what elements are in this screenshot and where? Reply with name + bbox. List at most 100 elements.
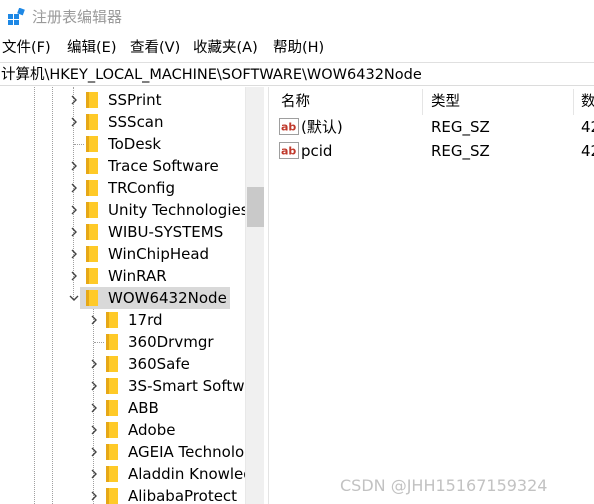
- column-header-data[interactable]: 数据: [581, 87, 594, 117]
- value-row[interactable]: ab (默认) REG_SZ 42: [273, 115, 594, 139]
- tree-item[interactable]: WOW6432Node: [0, 287, 245, 309]
- chevron-down-icon[interactable]: [67, 291, 81, 305]
- folder-icon: [106, 378, 118, 394]
- tree-item[interactable]: AlibabaProtect: [0, 485, 245, 504]
- menu-favorites[interactable]: 收藏夹(A): [193, 38, 258, 58]
- folder-icon: [106, 488, 118, 504]
- tree-item-label: AlibabaProtect: [128, 487, 238, 504]
- tree-item[interactable]: 360Drvmgr: [0, 331, 245, 353]
- folder-icon: [106, 400, 118, 416]
- address-bar[interactable]: 计算机\HKEY_LOCAL_MACHINE\SOFTWARE\WOW6432N…: [0, 62, 594, 86]
- window-title: 注册表编辑器: [32, 8, 123, 26]
- tree-item-label: 17rd: [128, 311, 163, 329]
- value-data: 42: [581, 142, 594, 160]
- value-name: (默认): [301, 118, 343, 136]
- folder-icon: [86, 158, 98, 174]
- tree-item[interactable]: ABB: [0, 397, 245, 419]
- menu-bar: 文件(F) 编辑(E) 查看(V) 收藏夹(A) 帮助(H): [0, 36, 594, 60]
- column-header-name[interactable]: 名称: [281, 87, 310, 117]
- chevron-right-icon[interactable]: [67, 247, 81, 261]
- tree-scrollbar-thumb[interactable]: [247, 187, 264, 227]
- tree-item-label: Trace Software: [108, 157, 219, 175]
- tree-item[interactable]: WinChipHead: [0, 243, 245, 265]
- tree-item[interactable]: Trace Software: [0, 155, 245, 177]
- tree-item-label: Adobe: [128, 421, 176, 439]
- tree-item[interactable]: Aladdin Knowledge Systems: [0, 463, 246, 485]
- registry-editor-icon: [8, 8, 25, 25]
- chevron-right-icon[interactable]: [87, 313, 101, 327]
- folder-icon: [86, 202, 98, 218]
- tree-item[interactable]: Unity Technologies: [0, 199, 246, 221]
- tree-item-label: Unity Technologies: [108, 201, 246, 219]
- tree-item[interactable]: AGEIA Technologies: [0, 441, 246, 463]
- tree-item[interactable]: Adobe: [0, 419, 245, 441]
- folder-icon: [86, 180, 98, 196]
- chevron-right-icon[interactable]: [87, 379, 101, 393]
- chevron-right-icon[interactable]: [67, 159, 81, 173]
- tree-item[interactable]: WIBU-SYSTEMS: [0, 221, 245, 243]
- chevron-right-icon[interactable]: [87, 401, 101, 415]
- tree-item-label: AGEIA Technologies: [128, 443, 246, 461]
- chevron-right-icon[interactable]: [67, 115, 81, 129]
- folder-icon: [86, 268, 98, 284]
- value-row[interactable]: abpcid REG_SZ 42: [273, 139, 594, 163]
- folder-icon: [86, 92, 98, 108]
- chevron-right-icon[interactable]: [87, 357, 101, 371]
- tree-item[interactable]: ToDesk: [0, 133, 245, 155]
- value-data: 42: [581, 118, 594, 136]
- svg-text:ab: ab: [281, 145, 296, 158]
- string-value-icon: ab: [279, 142, 299, 159]
- tree-scrollbar[interactable]: [245, 87, 264, 504]
- tree-item[interactable]: 3S-Smart Software Solutions: [0, 375, 246, 397]
- folder-icon: [106, 356, 118, 372]
- folder-icon: [86, 224, 98, 240]
- address-path[interactable]: 计算机\HKEY_LOCAL_MACHINE\SOFTWARE\WOW6432N…: [1, 65, 422, 85]
- tree-item-label: SSPrint: [108, 91, 162, 109]
- column-separator[interactable]: [422, 89, 423, 115]
- folder-icon: [106, 422, 118, 438]
- tree-item-label: 3S-Smart Software Solutions: [128, 377, 246, 395]
- tree-item-label: 360Drvmgr: [128, 333, 214, 351]
- menu-edit[interactable]: 编辑(E): [67, 38, 116, 58]
- chevron-right-icon[interactable]: [87, 423, 101, 437]
- tree-item-label: ABB: [128, 399, 159, 417]
- tree-item[interactable]: 360Safe: [0, 353, 245, 375]
- value-type: REG_SZ: [431, 142, 490, 160]
- column-header-type[interactable]: 类型: [431, 87, 460, 117]
- chevron-right-icon[interactable]: [87, 445, 101, 459]
- menu-help[interactable]: 帮助(H): [273, 38, 324, 58]
- chevron-right-icon[interactable]: [87, 489, 101, 503]
- tree-item[interactable]: SSScan: [0, 111, 245, 133]
- tree-item[interactable]: 17rd: [0, 309, 245, 331]
- chevron-right-icon[interactable]: [67, 269, 81, 283]
- tree-item-label: ToDesk: [108, 135, 162, 153]
- tree-item-label: TRConfig: [108, 179, 175, 197]
- column-separator[interactable]: [573, 89, 574, 115]
- folder-icon: [86, 290, 98, 306]
- chevron-right-icon[interactable]: [67, 203, 81, 217]
- folder-icon: [106, 444, 118, 460]
- chevron-right-icon[interactable]: [67, 93, 81, 107]
- tree-item-label: WinRAR: [108, 267, 167, 285]
- folder-icon: [106, 334, 118, 350]
- title-bar: 注册表编辑器: [0, 0, 594, 34]
- string-value-icon: ab: [279, 118, 299, 135]
- chevron-right-icon[interactable]: [67, 225, 81, 239]
- tree-item-label: WIBU-SYSTEMS: [108, 223, 224, 241]
- tree-item-label: 360Safe: [128, 355, 190, 373]
- registry-tree[interactable]: SSPrint SSScan ToDesk Trace Software TRConfi…: [0, 87, 264, 504]
- tree-item-label: Aladdin Knowledge Systems: [128, 465, 246, 483]
- tree-item[interactable]: TRConfig: [0, 177, 245, 199]
- folder-icon: [106, 312, 118, 328]
- watermark: CSDN @JHH15167159324: [340, 476, 548, 495]
- chevron-right-icon[interactable]: [67, 181, 81, 195]
- value-list[interactable]: 名称 类型 数据 ab (默认) REG_SZ 42 abpcid REG_SZ 42: [273, 87, 594, 504]
- tree-item[interactable]: SSPrint: [0, 89, 245, 111]
- menu-file[interactable]: 文件(F): [2, 38, 51, 58]
- value-type: REG_SZ: [431, 118, 490, 136]
- folder-icon: [106, 466, 118, 482]
- tree-item[interactable]: WinRAR: [0, 265, 245, 287]
- menu-view[interactable]: 查看(V): [130, 38, 180, 58]
- chevron-right-icon[interactable]: [87, 467, 101, 481]
- pane-splitter[interactable]: [268, 87, 272, 504]
